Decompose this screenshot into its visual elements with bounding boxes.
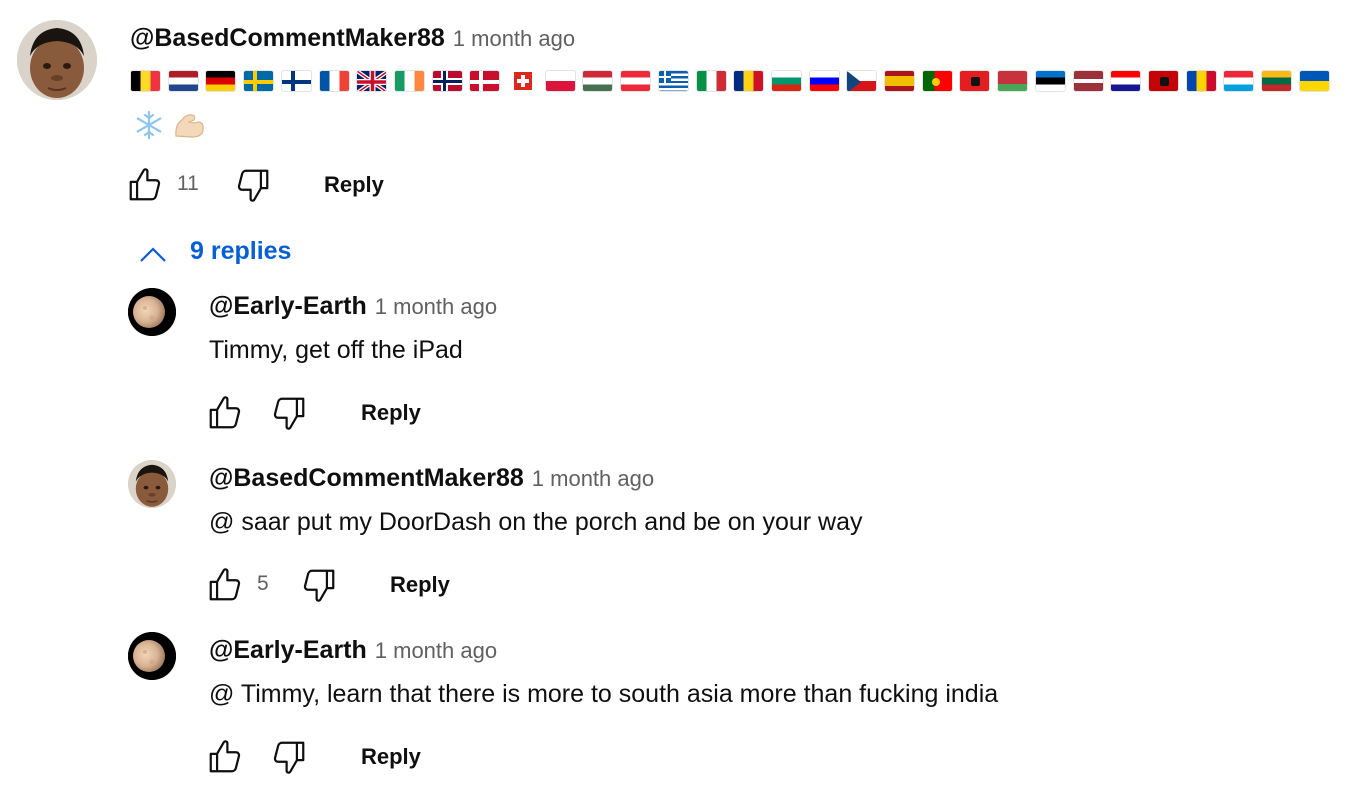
like-button[interactable]	[206, 566, 244, 604]
flag-dk-icon	[469, 70, 500, 92]
child-face-avatar-image	[128, 460, 176, 508]
dislike-button[interactable]	[300, 566, 338, 604]
flag-ee-icon	[1035, 70, 1066, 92]
dislike-button[interactable]	[270, 394, 308, 432]
reply-timestamp[interactable]: 1 month ago	[532, 466, 654, 491]
child-face-avatar-image	[17, 20, 97, 100]
flag-ua-icon	[1299, 70, 1330, 92]
like-count: 5	[257, 572, 269, 595]
flag-md-icon	[1186, 70, 1217, 92]
flag-by-icon	[997, 70, 1028, 92]
flag-de-icon	[205, 70, 236, 92]
thumbs-down-icon	[300, 566, 338, 604]
flag-hr-icon	[1110, 70, 1141, 92]
flag-be-icon	[130, 70, 161, 92]
flag-es-icon	[884, 70, 915, 92]
avatar[interactable]	[128, 632, 176, 680]
moon-avatar-image	[128, 632, 176, 680]
reply-button[interactable]: Reply	[361, 744, 421, 770]
flag-pt-icon	[922, 70, 953, 92]
flag-al-icon	[959, 70, 990, 92]
flag-hu-icon	[582, 70, 613, 92]
avatar[interactable]	[128, 288, 176, 336]
like-count: 11	[177, 172, 199, 195]
flag-lu-icon	[1223, 70, 1254, 92]
flag-gr-icon	[658, 70, 689, 92]
thumbs-up-icon	[206, 394, 244, 432]
reply-button[interactable]: Reply	[390, 572, 450, 598]
like-button[interactable]	[206, 738, 244, 776]
like-button[interactable]	[206, 394, 244, 432]
dislike-button[interactable]	[234, 166, 272, 204]
reply-text: @ saar put my DoorDash on the porch and …	[209, 508, 863, 536]
like-button[interactable]	[126, 166, 164, 204]
flag-it-icon	[696, 70, 727, 92]
thumbs-up-icon	[206, 566, 244, 604]
flag-at-icon	[620, 70, 651, 92]
reply-author[interactable]: @Early-Earth	[209, 636, 367, 664]
flag-bg-icon	[771, 70, 802, 92]
reply-author[interactable]: @Early-Earth	[209, 292, 367, 320]
reply-timestamp[interactable]: 1 month ago	[375, 638, 497, 663]
flag-ch-icon	[507, 70, 538, 92]
reply-timestamp[interactable]: 1 month ago	[375, 294, 497, 319]
flag-fi-icon	[281, 70, 312, 92]
flag-cz-icon	[846, 70, 877, 92]
thumbs-up-icon	[206, 738, 244, 776]
avatar[interactable]	[17, 20, 97, 100]
flag-gb-icon	[356, 70, 387, 92]
reply-text: @ Timmy, learn that there is more to sou…	[209, 680, 999, 708]
flag-no-icon	[432, 70, 463, 92]
comment-timestamp[interactable]: 1 month ago	[453, 26, 575, 51]
flag-fr-icon	[319, 70, 350, 92]
avatar[interactable]	[128, 460, 176, 508]
flag-nl-icon	[168, 70, 199, 92]
reply-button[interactable]: Reply	[324, 172, 384, 198]
flag-pl-icon	[545, 70, 576, 92]
flag-si-icon	[809, 70, 840, 92]
flag-lv-icon	[1073, 70, 1104, 92]
comment-author[interactable]: @BasedCommentMaker88	[130, 24, 445, 52]
thumbs-down-icon	[270, 738, 308, 776]
reply-button[interactable]: Reply	[361, 400, 421, 426]
flag-lt-icon	[1261, 70, 1292, 92]
thumbs-down-icon	[234, 166, 272, 204]
snowflake-icon	[136, 110, 162, 140]
moon-avatar-image	[128, 288, 176, 336]
flexed-biceps-icon	[175, 114, 204, 138]
chevron-up-icon	[140, 247, 166, 262]
flag-se-icon	[243, 70, 274, 92]
flag-ie-icon	[394, 70, 425, 92]
reply-author[interactable]: @BasedCommentMaker88	[209, 464, 524, 492]
thumbs-down-icon	[270, 394, 308, 432]
thumbs-up-icon	[126, 166, 164, 204]
flag-me-icon	[1148, 70, 1179, 92]
dislike-button[interactable]	[270, 738, 308, 776]
flag-ro-icon	[733, 70, 764, 92]
replies-count-label: 9 replies	[190, 237, 292, 265]
reply-text: Timmy, get off the iPad	[209, 336, 463, 364]
